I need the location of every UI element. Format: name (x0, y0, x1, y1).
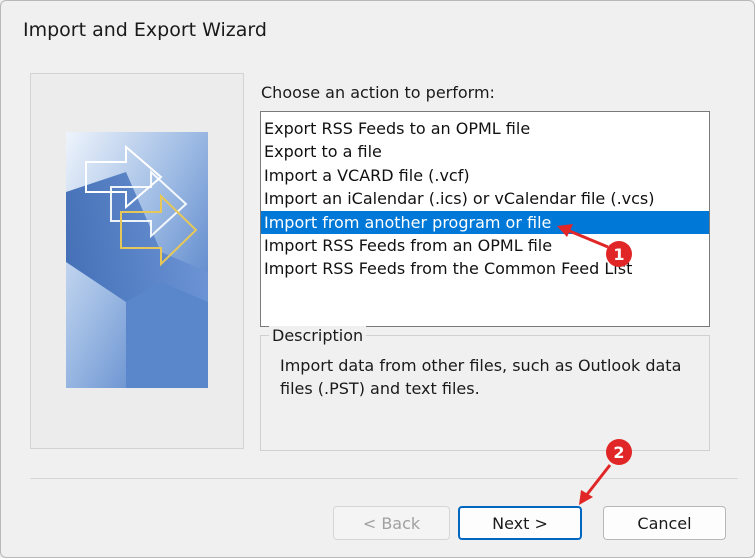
action-list-item[interactable]: Import RSS Feeds from an OPML file (261, 234, 709, 257)
action-list-item[interactable]: Import an iCalendar (.ics) or vCalendar … (261, 187, 709, 210)
action-list-item[interactable]: Import RSS Feeds from the Common Feed Li… (261, 257, 709, 280)
action-list-item[interactable]: Export RSS Feeds to an OPML file (261, 117, 709, 140)
description-groupbox: Description Import data from other files… (260, 326, 710, 451)
wizard-arrow-illustration (66, 132, 208, 388)
import-export-wizard-dialog: Import and Export Wizard Choose an actio… (0, 0, 755, 558)
cancel-button[interactable]: Cancel (603, 506, 726, 540)
action-listbox[interactable]: Export RSS Feeds to an OPML file Export t… (260, 111, 710, 327)
dialog-title: Import and Export Wizard (23, 19, 267, 41)
action-prompt-label: Choose an action to perform: (261, 83, 495, 102)
action-list-item[interactable]: Export to a file (261, 140, 709, 163)
button-divider (30, 478, 738, 479)
description-text: Import data from other files, such as Ou… (280, 356, 682, 398)
wizard-illustration-panel (30, 73, 244, 449)
action-list-item[interactable]: Import a VCARD file (.vcf) (261, 164, 709, 187)
description-legend: Description (269, 326, 367, 345)
action-list-item[interactable]: Import from another program or file (261, 210, 709, 234)
back-button[interactable]: < Back (333, 506, 450, 540)
next-button[interactable]: Next > (458, 506, 582, 540)
